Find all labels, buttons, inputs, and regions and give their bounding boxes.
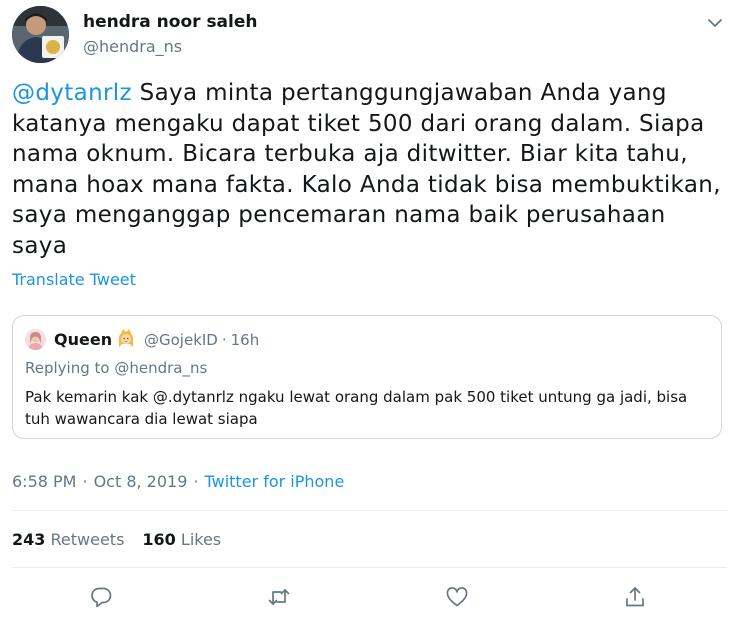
divider [12, 567, 727, 568]
tweet-time[interactable]: 6:58 PM [12, 472, 76, 491]
tweet-meta: 6:58 PM · Oct 8, 2019 · Twitter for iPhone [12, 472, 344, 491]
author-name[interactable]: hendra noor saleh [83, 12, 258, 32]
author-avatar[interactable] [12, 6, 69, 63]
tweet-text: @dytanrlz Saya minta pertanggungjawaban … [12, 78, 727, 261]
quoted-replying-to: Replying to @hendra_ns [25, 359, 208, 377]
retweet-icon[interactable] [266, 584, 292, 610]
retweets-stat[interactable]: 243 Retweets [12, 530, 124, 549]
separator-dot: · [82, 472, 88, 491]
mention-link[interactable]: @dytanrlz [12, 80, 132, 106]
quoted-avatar [25, 329, 46, 350]
quoted-handle: @GojekID [144, 331, 218, 349]
likes-label: Likes [180, 530, 222, 549]
quoted-timestamp: 16h [230, 331, 260, 349]
quoted-tweet[interactable]: Queen @GojekID · 16h Replying to @hendra_n… [12, 315, 722, 439]
separator-dot: · [221, 331, 227, 349]
tweet-body: Saya minta pertanggungjawaban Anda yang … [12, 80, 721, 259]
divider [12, 510, 727, 511]
translate-tweet-link[interactable]: Translate Tweet [12, 270, 136, 289]
tweet-stats: 243 Retweets 160 Likes [12, 530, 239, 549]
reply-icon[interactable] [88, 584, 114, 610]
likes-count: 160 [142, 530, 176, 549]
chevron-down-icon[interactable] [704, 12, 726, 34]
tweet-date[interactable]: Oct 8, 2019 [94, 472, 188, 491]
share-icon[interactable] [622, 584, 648, 610]
like-icon[interactable] [444, 584, 470, 610]
quoted-text: Pak kemarin kak @.dytanrlz ngaku lewat o… [25, 388, 688, 428]
tweet-card: hendra noor saleh @hendra_ns @dytanrlz S… [0, 0, 739, 625]
princess-emoji-icon [116, 327, 136, 349]
tweet-source-link[interactable]: Twitter for iPhone [204, 472, 344, 491]
separator-dot: · [193, 472, 199, 491]
likes-stat[interactable]: 160 Likes [142, 530, 221, 549]
quoted-name: Queen [54, 330, 113, 349]
quoted-handle-line: @GojekID · 16h [144, 331, 259, 349]
retweets-count: 243 [12, 530, 46, 549]
retweets-label: Retweets [50, 530, 125, 549]
author-handle[interactable]: @hendra_ns [83, 37, 182, 56]
